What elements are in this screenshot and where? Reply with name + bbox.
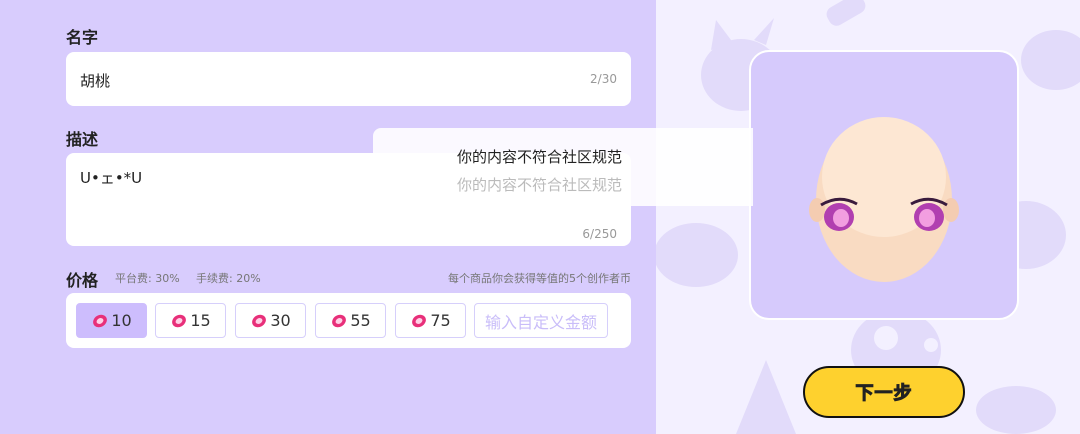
price-option-10[interactable]: 10	[76, 303, 147, 338]
price-option-75[interactable]: 75	[395, 303, 466, 338]
next-button[interactable]: 下一步	[803, 366, 965, 418]
description-counter: 6/250	[582, 227, 617, 241]
name-counter: 2/30	[590, 72, 617, 86]
creator-coin-icon	[252, 314, 267, 327]
creator-coin-icon	[412, 314, 427, 327]
price-option-15[interactable]: 15	[155, 303, 226, 338]
earnings-note: 每个商品你会获得等值的5个创作者币	[448, 272, 631, 285]
description-label: 描述	[66, 130, 99, 149]
content-violation-toast: 你的内容不符合社区规范 你的内容不符合社区规范	[373, 128, 753, 206]
handling-fee: 手续费: 20%	[196, 272, 261, 285]
creator-coin-icon	[332, 314, 347, 327]
preview-panel: 下一步	[656, 0, 1080, 434]
price-option-30[interactable]: 30	[235, 303, 306, 338]
price-option-label: 55	[350, 311, 371, 330]
toast-message-echo: 你的内容不符合社区规范	[457, 176, 623, 194]
name-value: 胡桃	[80, 72, 111, 90]
avatar-preview-card	[749, 50, 1019, 320]
doll-head-image	[809, 117, 959, 282]
description-value: U•ェ•*U	[80, 169, 143, 187]
name-label: 名字	[66, 28, 99, 47]
creator-coin-icon	[93, 314, 108, 327]
name-field[interactable]: 胡桃 2/30	[66, 52, 631, 106]
platform-fee: 平台费: 30%	[115, 272, 180, 285]
price-option-55[interactable]: 55	[315, 303, 386, 338]
toast-message: 你的内容不符合社区规范	[457, 148, 623, 166]
price-options: 10 15 30 55 75 输入自定义金额	[66, 293, 631, 348]
price-option-label: 10	[111, 311, 132, 330]
custom-price-input[interactable]: 输入自定义金额	[474, 303, 608, 338]
price-label: 价格	[66, 271, 99, 290]
price-option-label: 30	[270, 311, 291, 330]
price-option-label: 75	[430, 311, 451, 330]
price-option-label: 15	[190, 311, 211, 330]
creator-coin-icon	[172, 314, 187, 327]
form-panel: 名字 胡桃 2/30 描述 U•ェ•*U 6/250 价格 平台费: 30% 手…	[0, 0, 656, 434]
